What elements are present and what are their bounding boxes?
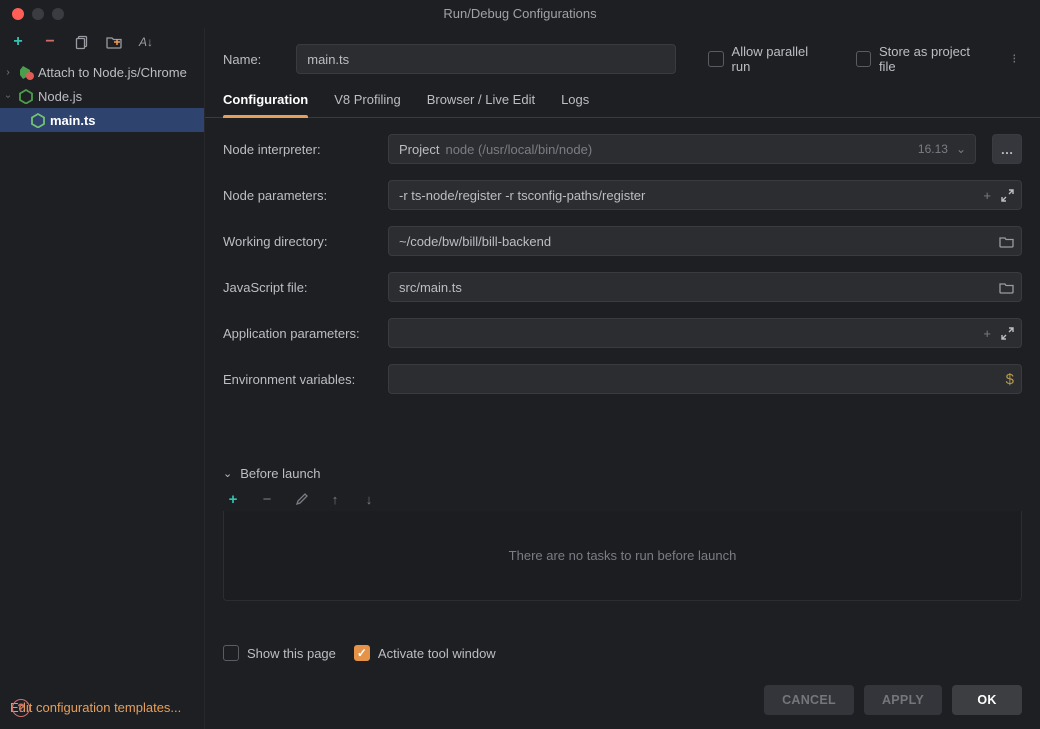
working-directory-label: Working directory: (223, 234, 378, 249)
checkbox-icon (354, 645, 370, 661)
dialog-button-bar: CANCEL APPLY OK (205, 675, 1040, 729)
tabs: Configuration V8 Profiling Browser / Liv… (205, 84, 1040, 118)
node-interpreter-path: node (/usr/local/bin/node) (445, 142, 592, 157)
insert-macro-icon[interactable]: + (983, 326, 991, 341)
javascript-file-input[interactable] (388, 272, 1022, 302)
node-interpreter-field[interactable]: Project node (/usr/local/bin/node) 16.13… (388, 134, 976, 164)
configuration-form: Node interpreter: Project node (/usr/loc… (205, 118, 1040, 631)
tree-item-main-ts[interactable]: main.ts (0, 108, 204, 132)
cancel-button[interactable]: CANCEL (764, 685, 854, 715)
move-up-icon[interactable]: ↑ (327, 491, 343, 507)
activate-tool-window-checkbox[interactable]: Activate tool window (354, 645, 496, 661)
add-task-icon[interactable]: + (225, 491, 241, 507)
before-launch-section: ⌄ Before launch + − ↑ ↓ There are no tas… (223, 466, 1022, 601)
application-parameters-input[interactable] (388, 318, 1022, 348)
activate-tool-window-label: Activate tool window (378, 646, 496, 661)
before-launch-heading: Before launch (240, 466, 320, 481)
chevron-down-icon[interactable]: ⌄ (956, 142, 966, 156)
store-as-project-label: Store as project file (879, 44, 985, 74)
tree-item-nodejs[interactable]: › Node.js (0, 84, 204, 108)
title-bar: Run/Debug Configurations (0, 0, 1040, 28)
window-controls (12, 8, 64, 20)
checkbox-icon (856, 51, 871, 67)
browse-interpreter-button[interactable]: … (992, 134, 1022, 164)
tab-browser-live-edit[interactable]: Browser / Live Edit (427, 92, 535, 117)
minimize-window-icon[interactable] (32, 8, 44, 20)
node-parameters-label: Node parameters: (223, 188, 378, 203)
javascript-file-label: JavaScript file: (223, 280, 378, 295)
empty-tasks-text: There are no tasks to run before launch (509, 548, 737, 563)
node-chrome-icon (18, 64, 34, 80)
environment-variables-input[interactable] (388, 364, 1022, 394)
nodejs-icon (30, 112, 46, 128)
browse-folder-icon[interactable] (999, 281, 1014, 294)
node-parameters-input[interactable] (388, 180, 1022, 210)
before-launch-task-list: There are no tasks to run before launch (223, 511, 1022, 601)
tree-item-label: Attach to Node.js/Chrome (38, 65, 187, 80)
edit-task-icon[interactable] (293, 491, 309, 507)
expand-icon[interactable] (1001, 327, 1014, 340)
before-launch-toggle[interactable]: ⌄ Before launch (223, 466, 1022, 481)
configurations-sidebar: + − A↓ › Attach to Node.js/Chrome › (0, 28, 205, 729)
show-this-page-label: Show this page (247, 646, 336, 661)
more-options-icon[interactable]: ⁝ (1007, 51, 1022, 67)
chevron-down-icon: › (3, 90, 14, 102)
nodejs-icon (18, 88, 34, 104)
remove-configuration-icon[interactable]: − (42, 34, 58, 50)
insert-macro-icon[interactable]: + (983, 188, 991, 203)
expand-icon[interactable] (1001, 189, 1014, 202)
tree-item-label: main.ts (50, 113, 96, 128)
environment-variables-label: Environment variables: (223, 372, 378, 387)
ok-button[interactable]: OK (952, 685, 1022, 715)
before-launch-toolbar: + − ↑ ↓ (223, 487, 1022, 511)
folder-icon[interactable] (106, 34, 122, 50)
show-this-page-checkbox[interactable]: Show this page (223, 645, 336, 661)
allow-parallel-checkbox[interactable]: Allow parallel run (708, 44, 825, 74)
node-interpreter-label: Node interpreter: (223, 142, 378, 157)
bottom-options: Show this page Activate tool window (205, 631, 1040, 675)
checkbox-icon (223, 645, 239, 661)
name-input[interactable] (296, 44, 676, 74)
help-icon[interactable]: ? (12, 699, 30, 717)
zoom-window-icon[interactable] (52, 8, 64, 20)
store-as-project-file-checkbox[interactable]: Store as project file (856, 44, 985, 74)
tree-item-label: Node.js (38, 89, 82, 104)
copy-configuration-icon[interactable] (74, 34, 90, 50)
tab-configuration[interactable]: Configuration (223, 92, 308, 117)
application-parameters-label: Application parameters: (223, 326, 378, 341)
name-label: Name: (223, 52, 280, 67)
main-panel: Name: Allow parallel run Store as projec… (205, 28, 1040, 729)
tab-logs[interactable]: Logs (561, 92, 589, 117)
tree-item-attach-node-chrome[interactable]: › Attach to Node.js/Chrome (0, 60, 204, 84)
allow-parallel-label: Allow parallel run (732, 44, 826, 74)
checkbox-icon (708, 51, 723, 67)
browse-folder-icon[interactable] (999, 235, 1014, 248)
configurations-tree: › Attach to Node.js/Chrome › Node.js mai… (0, 58, 204, 690)
apply-button[interactable]: APPLY (864, 685, 942, 715)
node-version-text: 16.13 (918, 142, 948, 156)
chevron-right-icon: › (2, 67, 14, 78)
sort-alpha-icon[interactable]: A↓ (138, 34, 154, 50)
env-var-icon[interactable]: $ (1006, 371, 1014, 388)
sidebar-toolbar: + − A↓ (0, 28, 204, 56)
top-row: Name: Allow parallel run Store as projec… (205, 28, 1040, 84)
tab-v8-profiling[interactable]: V8 Profiling (334, 92, 400, 117)
node-interpreter-prefix: Project (399, 142, 439, 157)
edit-templates-link[interactable]: Edit configuration templates... (0, 690, 204, 729)
working-directory-input[interactable] (388, 226, 1022, 256)
window-title: Run/Debug Configurations (0, 6, 1040, 21)
chevron-down-icon: ⌄ (223, 467, 232, 480)
remove-task-icon[interactable]: − (259, 491, 275, 507)
add-configuration-icon[interactable]: + (10, 34, 26, 50)
close-window-icon[interactable] (12, 8, 24, 20)
move-down-icon[interactable]: ↓ (361, 491, 377, 507)
